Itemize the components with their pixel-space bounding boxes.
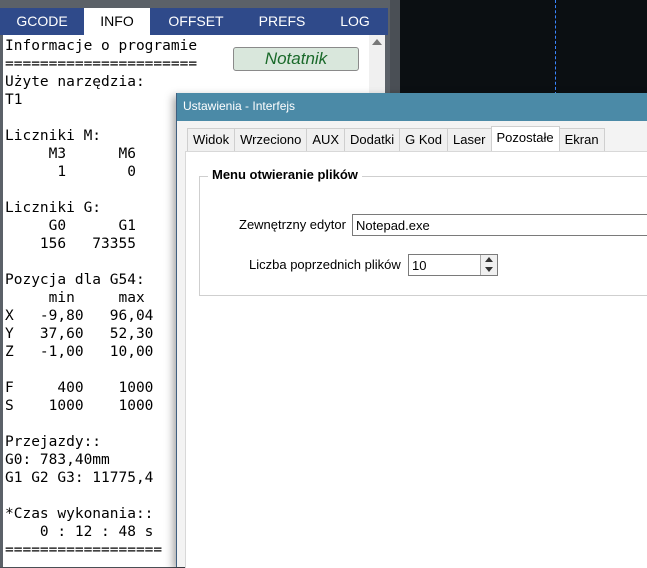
tab-log[interactable]: LOG [322, 8, 388, 35]
external-editor-input[interactable]: Notepad.exe [352, 214, 647, 236]
file-menu-group: Menu otwieranie plików Zewnętrzny edytor… [199, 167, 647, 296]
chevron-up-icon [485, 257, 493, 262]
recent-files-value: 10 [412, 258, 427, 273]
tab-laser[interactable]: Laser [446, 128, 492, 151]
recent-files-spinbox[interactable]: 10 [408, 254, 498, 276]
tab-wrzeciono[interactable]: Wrzeciono [234, 128, 308, 151]
settings-tab-bar: Widok Wrzeciono AUX Dodatki G Kod Laser … [187, 126, 605, 151]
scroll-up-icon[interactable] [372, 39, 382, 45]
group-title: Menu otwieranie plików [208, 167, 362, 182]
settings-panel: Menu otwieranie plików Zewnętrzny edytor… [185, 151, 647, 568]
tab-dodatki[interactable]: Dodatki [344, 128, 401, 151]
editor-label: Zewnętrzny edytor [239, 217, 346, 232]
settings-window: Ustawienia - Interfejs Widok Wrzeciono A… [176, 93, 647, 568]
chevron-down-icon [485, 267, 493, 272]
tab-offset[interactable]: OFFSET [150, 8, 242, 35]
tab-gcode[interactable]: GCODE [0, 8, 84, 35]
tab-pozostale[interactable]: Pozostałe [490, 126, 560, 151]
tab-prefs[interactable]: PREFS [242, 8, 322, 35]
tab-ekran[interactable]: Ekran [558, 128, 605, 151]
recent-files-label: Liczba poprzednich plików [249, 257, 401, 272]
tab-aux[interactable]: AUX [306, 128, 346, 151]
preview-area [400, 0, 647, 100]
tab-info[interactable]: INFO [84, 8, 150, 35]
dashed-guide-line [555, 0, 556, 95]
tab-widok[interactable]: Widok [187, 128, 236, 151]
program-info-text: Informacje o programie =================… [5, 38, 198, 558]
window-title: Ustawienia - Interfejs [183, 99, 296, 113]
main-tab-bar: GCODE INFO OFFSET PREFS LOG [0, 8, 388, 35]
tab-g-kod[interactable]: G Kod [399, 128, 448, 151]
settings-title-bar[interactable]: Ustawienia - Interfejs [177, 93, 647, 121]
notatnik-button[interactable]: Notatnik [233, 47, 359, 71]
spin-down-button[interactable] [480, 265, 497, 275]
